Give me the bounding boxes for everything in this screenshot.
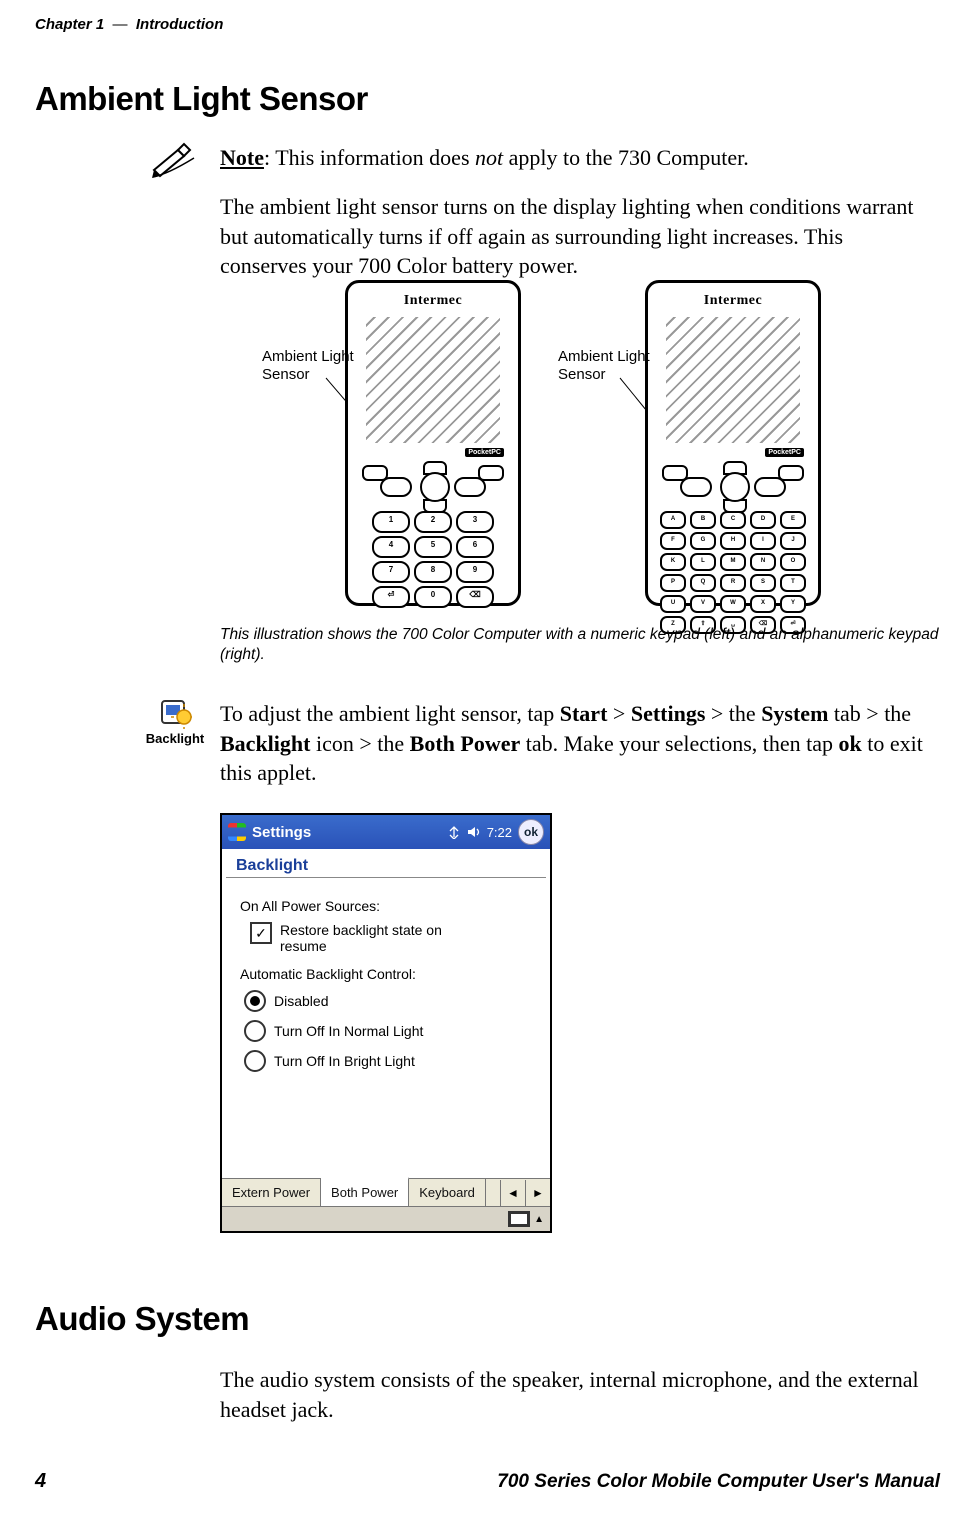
instr-settings: Settings [631,701,706,726]
running-head: Chapter 1 — Introduction [35,16,223,33]
heading-audio-system: Audio System [35,1300,249,1338]
instr-gt1: > [607,701,630,726]
instr-text-2b: tab > the [828,701,911,726]
pocketpc-label: PocketPC [765,448,804,457]
radio-turn-off-normal-light[interactable]: Turn Off In Normal Light [244,1020,532,1042]
radio-disabled[interactable]: Disabled [244,990,532,1012]
nav-right-icon [454,477,486,497]
instr-both-power: Both Power [410,731,521,756]
heading-ambient-light-sensor: Ambient Light Sensor [35,80,368,118]
ok-button[interactable]: ok [518,819,544,845]
nav-left-icon [380,477,412,497]
applet-title: Backlight [226,849,546,878]
device-screen [662,313,804,447]
device-keypad-alphanumeric: ABCDE FGHIJ KLMNO PQRST UVWXY Z⇧␣⌫⏎ [658,463,808,593]
radio-icon [244,990,266,1012]
radio-icon [244,1020,266,1042]
start-flag-icon[interactable] [228,823,246,841]
titlebar-time: 7:22 [487,825,512,840]
group-automatic-backlight-control: Automatic Backlight Control: [240,966,532,982]
device-alphanumeric: Intermec PocketPC ABCDE FGHIJ KLMNO PQRS… [645,280,821,606]
titlebar-app-name: Settings [252,824,311,841]
sip-menu-caret-icon[interactable]: ▲ [534,1214,544,1225]
instr-text-1: To adjust the ambient light sensor, tap [220,701,560,726]
backlight-margin-icon: Backlight [140,695,210,746]
checkbox-label: Restore backlight state on resume [280,922,480,954]
page-number: 4 [35,1470,46,1493]
note-body-1: : This information does [264,145,475,170]
tab-scroll-left-button[interactable]: ◄ [500,1180,525,1206]
checkbox-icon: ✓ [250,922,272,944]
radio-label: Disabled [274,993,328,1009]
group-all-power-sources: On All Power Sources: [240,898,532,914]
backlight-icon [158,695,192,729]
tab-keyboard[interactable]: Keyboard [409,1179,486,1206]
instr-text-2d: tab. Make your selections, then tap [520,731,838,756]
screenshot-titlebar: Settings 7:22 ok [222,815,550,849]
running-head-chapter: Chapter 1 [35,16,104,33]
nav-left-icon [680,477,712,497]
tab-extern-power[interactable]: Extern Power [222,1179,321,1206]
device-brand: Intermec [648,293,818,309]
note-label: Note [220,145,264,170]
note-icon [150,140,200,180]
nav-right-icon [754,477,786,497]
device-screen [362,313,504,447]
callout-ambient-sensor-left: Ambient Light Sensor [262,348,372,384]
figure-devices: Intermec PocketPC 123 456 789 ⏎0⌫ Interm… [220,280,940,610]
instr-start: Start [560,701,608,726]
backlight-icon-label: Backlight [146,731,205,746]
ok-button-label: ok [524,825,538,839]
running-head-title: Introduction [136,16,223,33]
instr-gt2: > the [705,701,761,726]
running-head-dash: — [113,16,128,33]
paragraph-ambient-description: The ambient light sensor turns on the di… [220,192,930,281]
tab-scroll-right-button[interactable]: ► [525,1180,550,1206]
instr-backlight: Backlight [220,731,310,756]
checkbox-restore-backlight[interactable]: ✓ Restore backlight state on resume [250,922,532,954]
callout-ambient-sensor-right: Ambient Light Sensor [558,348,668,384]
device-keypad-numeric: 123 456 789 ⏎0⌫ [358,463,508,593]
footer-manual-title: 700 Series Color Mobile Computer User's … [497,1471,940,1493]
screenshot-tabs: Extern Power Both Power Keyboard ◄ ► [222,1178,550,1206]
note-paragraph: Note: This information does not apply to… [220,143,930,173]
figure-caption: This illustration shows the 700 Color Co… [220,625,940,665]
nav-center-button [720,472,750,502]
radio-turn-off-bright-light[interactable]: Turn Off In Bright Light [244,1050,532,1072]
instr-text-2c: icon > the [310,731,409,756]
note-body-2: apply to the 730 Computer. [503,145,749,170]
device-brand: Intermec [348,293,518,309]
screenshot-body: On All Power Sources: ✓ Restore backligh… [222,884,550,1178]
radio-icon [244,1050,266,1072]
device-numeric: Intermec PocketPC 123 456 789 ⏎0⌫ [345,280,521,606]
speaker-icon[interactable] [467,825,481,839]
paragraph-adjust-instructions: To adjust the ambient light sensor, tap … [220,699,930,788]
instr-system: System [761,701,828,726]
nav-center-button [420,472,450,502]
radio-label: Turn Off In Normal Light [274,1023,423,1039]
radio-label: Turn Off In Bright Light [274,1053,415,1069]
screenshot-backlight-settings: Settings 7:22 ok Backlight On All Power … [220,813,552,1233]
tab-both-power[interactable]: Both Power [321,1177,409,1206]
pocketpc-label: PocketPC [465,448,504,457]
screenshot-input-panel-bar: ▲ [222,1206,550,1231]
note-not-word: not [475,145,503,170]
paragraph-audio-description: The audio system consists of the speaker… [220,1365,930,1424]
keyboard-sip-icon[interactable] [508,1211,530,1227]
connectivity-icon[interactable] [447,825,461,839]
instr-ok: ok [839,731,862,756]
